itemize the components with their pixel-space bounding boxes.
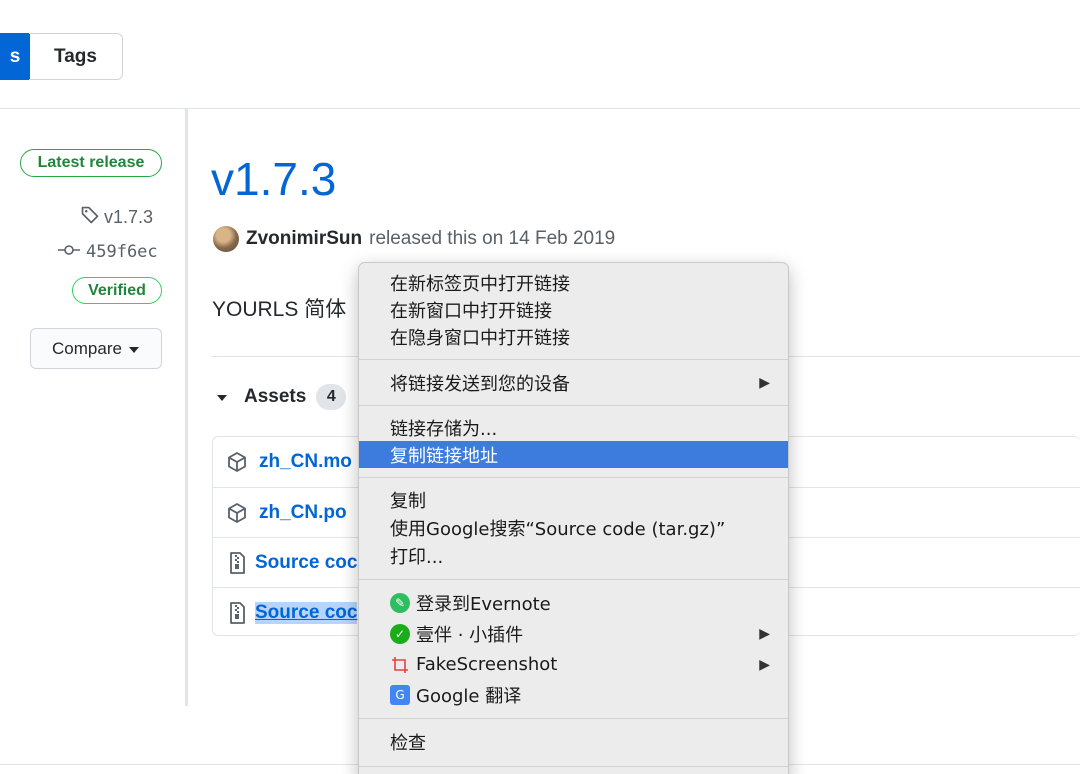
menu-item-inspect[interactable]: 检查 bbox=[359, 728, 788, 755]
google-translate-icon: G bbox=[390, 684, 410, 705]
chevron-right-icon: ▶ bbox=[759, 374, 770, 391]
avatar[interactable] bbox=[213, 226, 239, 252]
package-icon bbox=[225, 501, 249, 525]
menu-item-google-translate[interactable]: G Google 翻译 bbox=[359, 681, 788, 708]
menu-item-print[interactable]: 打印... bbox=[359, 542, 788, 569]
assets-count: 4 bbox=[316, 384, 347, 410]
release-author-line: ZvonimirSun released this on 14 Feb 2019 bbox=[213, 226, 615, 252]
file-zip-icon bbox=[225, 551, 249, 575]
menu-separator bbox=[359, 359, 788, 360]
tag-link[interactable]: v1.7.3 bbox=[80, 205, 153, 230]
menu-item-send-to-device[interactable]: 将链接发送到您的设备 ▶ bbox=[359, 369, 788, 396]
menu-separator bbox=[359, 718, 788, 719]
menu-item-label: 登录到Evernote bbox=[416, 593, 551, 615]
assets-toggle[interactable]: Assets 4 bbox=[216, 384, 347, 410]
tab-tags[interactable]: Tags bbox=[29, 33, 123, 80]
evernote-icon: ✎ bbox=[390, 592, 410, 613]
menu-item-label: 复制 bbox=[390, 490, 426, 512]
asset-link[interactable]: Source coc bbox=[255, 552, 357, 574]
commit-hash: 459f6ec bbox=[86, 242, 158, 262]
sidebar-divider bbox=[185, 109, 188, 706]
git-commit-icon bbox=[58, 242, 80, 262]
latest-release-label: Latest release bbox=[37, 154, 145, 171]
commit-link[interactable]: 459f6ec bbox=[58, 242, 158, 262]
compare-button[interactable]: Compare bbox=[30, 328, 162, 369]
menu-item-fakescreenshot[interactable]: FakeScreenshot ▶ bbox=[359, 651, 788, 678]
menu-separator bbox=[359, 477, 788, 478]
asset-link[interactable]: Source coc bbox=[255, 601, 358, 624]
release-title[interactable]: v1.7.3 bbox=[211, 152, 336, 206]
file-zip-icon bbox=[225, 601, 249, 625]
latest-release-badge: Latest release bbox=[20, 149, 162, 177]
menu-item-label: 在新标签页中打开链接 bbox=[390, 273, 570, 295]
menu-item-label: 在新窗口中打开链接 bbox=[390, 300, 552, 322]
tag-icon bbox=[80, 205, 100, 230]
menu-item-label: 复制链接地址 bbox=[390, 445, 498, 467]
menu-item-label: FakeScreenshot bbox=[416, 654, 558, 675]
release-title-text: v1.7.3 bbox=[211, 153, 337, 205]
menu-item-yiban[interactable]: ✓ 壹伴 · 小插件 ▶ bbox=[359, 620, 788, 647]
asset-link[interactable]: zh_CN.mo bbox=[259, 451, 352, 473]
assets-label: Assets bbox=[244, 386, 307, 407]
menu-item-open-new-window[interactable]: 在新窗口中打开链接 bbox=[359, 296, 788, 323]
menu-item-label: 壹伴 · 小插件 bbox=[416, 624, 524, 646]
menu-item-label: 在隐身窗口中打开链接 bbox=[390, 327, 570, 349]
menu-item-label: 使用Google搜索“Source code (tar.gz)” bbox=[390, 518, 726, 540]
menu-item-label: 将链接发送到您的设备 bbox=[390, 373, 570, 395]
context-menu: 在新标签页中打开链接 在新窗口中打开链接 在隐身窗口中打开链接 将链接发送到您的… bbox=[358, 262, 789, 774]
tab-releases-label: s bbox=[9, 45, 21, 67]
menu-item-label: 打印... bbox=[390, 546, 444, 568]
menu-separator bbox=[359, 405, 788, 406]
menu-item-evernote[interactable]: ✎ 登录到Evernote bbox=[359, 589, 788, 616]
released-text: released this on 14 Feb 2019 bbox=[369, 228, 616, 249]
menu-item-label: 检查 bbox=[390, 732, 426, 754]
tab-releases[interactable]: s bbox=[0, 33, 30, 80]
menu-item-save-link-as[interactable]: 链接存储为... bbox=[359, 414, 788, 441]
menu-item-copy[interactable]: 复制 bbox=[359, 486, 788, 513]
crop-icon bbox=[390, 655, 410, 675]
tag-label: v1.7.3 bbox=[104, 207, 154, 227]
author-name[interactable]: ZvonimirSun bbox=[246, 228, 362, 250]
menu-item-open-new-tab[interactable]: 在新标签页中打开链接 bbox=[359, 269, 788, 296]
package-icon bbox=[225, 450, 249, 474]
chevron-right-icon: ▶ bbox=[759, 656, 770, 673]
chevron-right-icon: ▶ bbox=[759, 625, 770, 642]
menu-separator bbox=[359, 579, 788, 580]
menu-item-search-google[interactable]: 使用Google搜索“Source code (tar.gz)” bbox=[359, 514, 788, 541]
verified-label: Verified bbox=[88, 281, 146, 299]
divider bbox=[0, 108, 1080, 109]
tab-tags-label: Tags bbox=[54, 45, 97, 67]
yiban-icon: ✓ bbox=[390, 623, 410, 644]
menu-separator bbox=[359, 766, 788, 767]
menu-item-open-incognito[interactable]: 在隐身窗口中打开链接 bbox=[359, 323, 788, 350]
release-description: YOURLS 简体 bbox=[212, 298, 347, 321]
asset-link[interactable]: zh_CN.po bbox=[259, 502, 347, 524]
triangle-down-icon bbox=[128, 339, 140, 359]
compare-label: Compare bbox=[52, 338, 122, 358]
menu-item-label: 链接存储为... bbox=[390, 418, 498, 440]
menu-item-copy-link-address[interactable]: 复制链接地址 bbox=[359, 441, 788, 468]
triangle-down-icon bbox=[216, 386, 228, 408]
verified-badge[interactable]: Verified bbox=[72, 277, 162, 304]
menu-item-label: Google 翻译 bbox=[416, 685, 522, 707]
